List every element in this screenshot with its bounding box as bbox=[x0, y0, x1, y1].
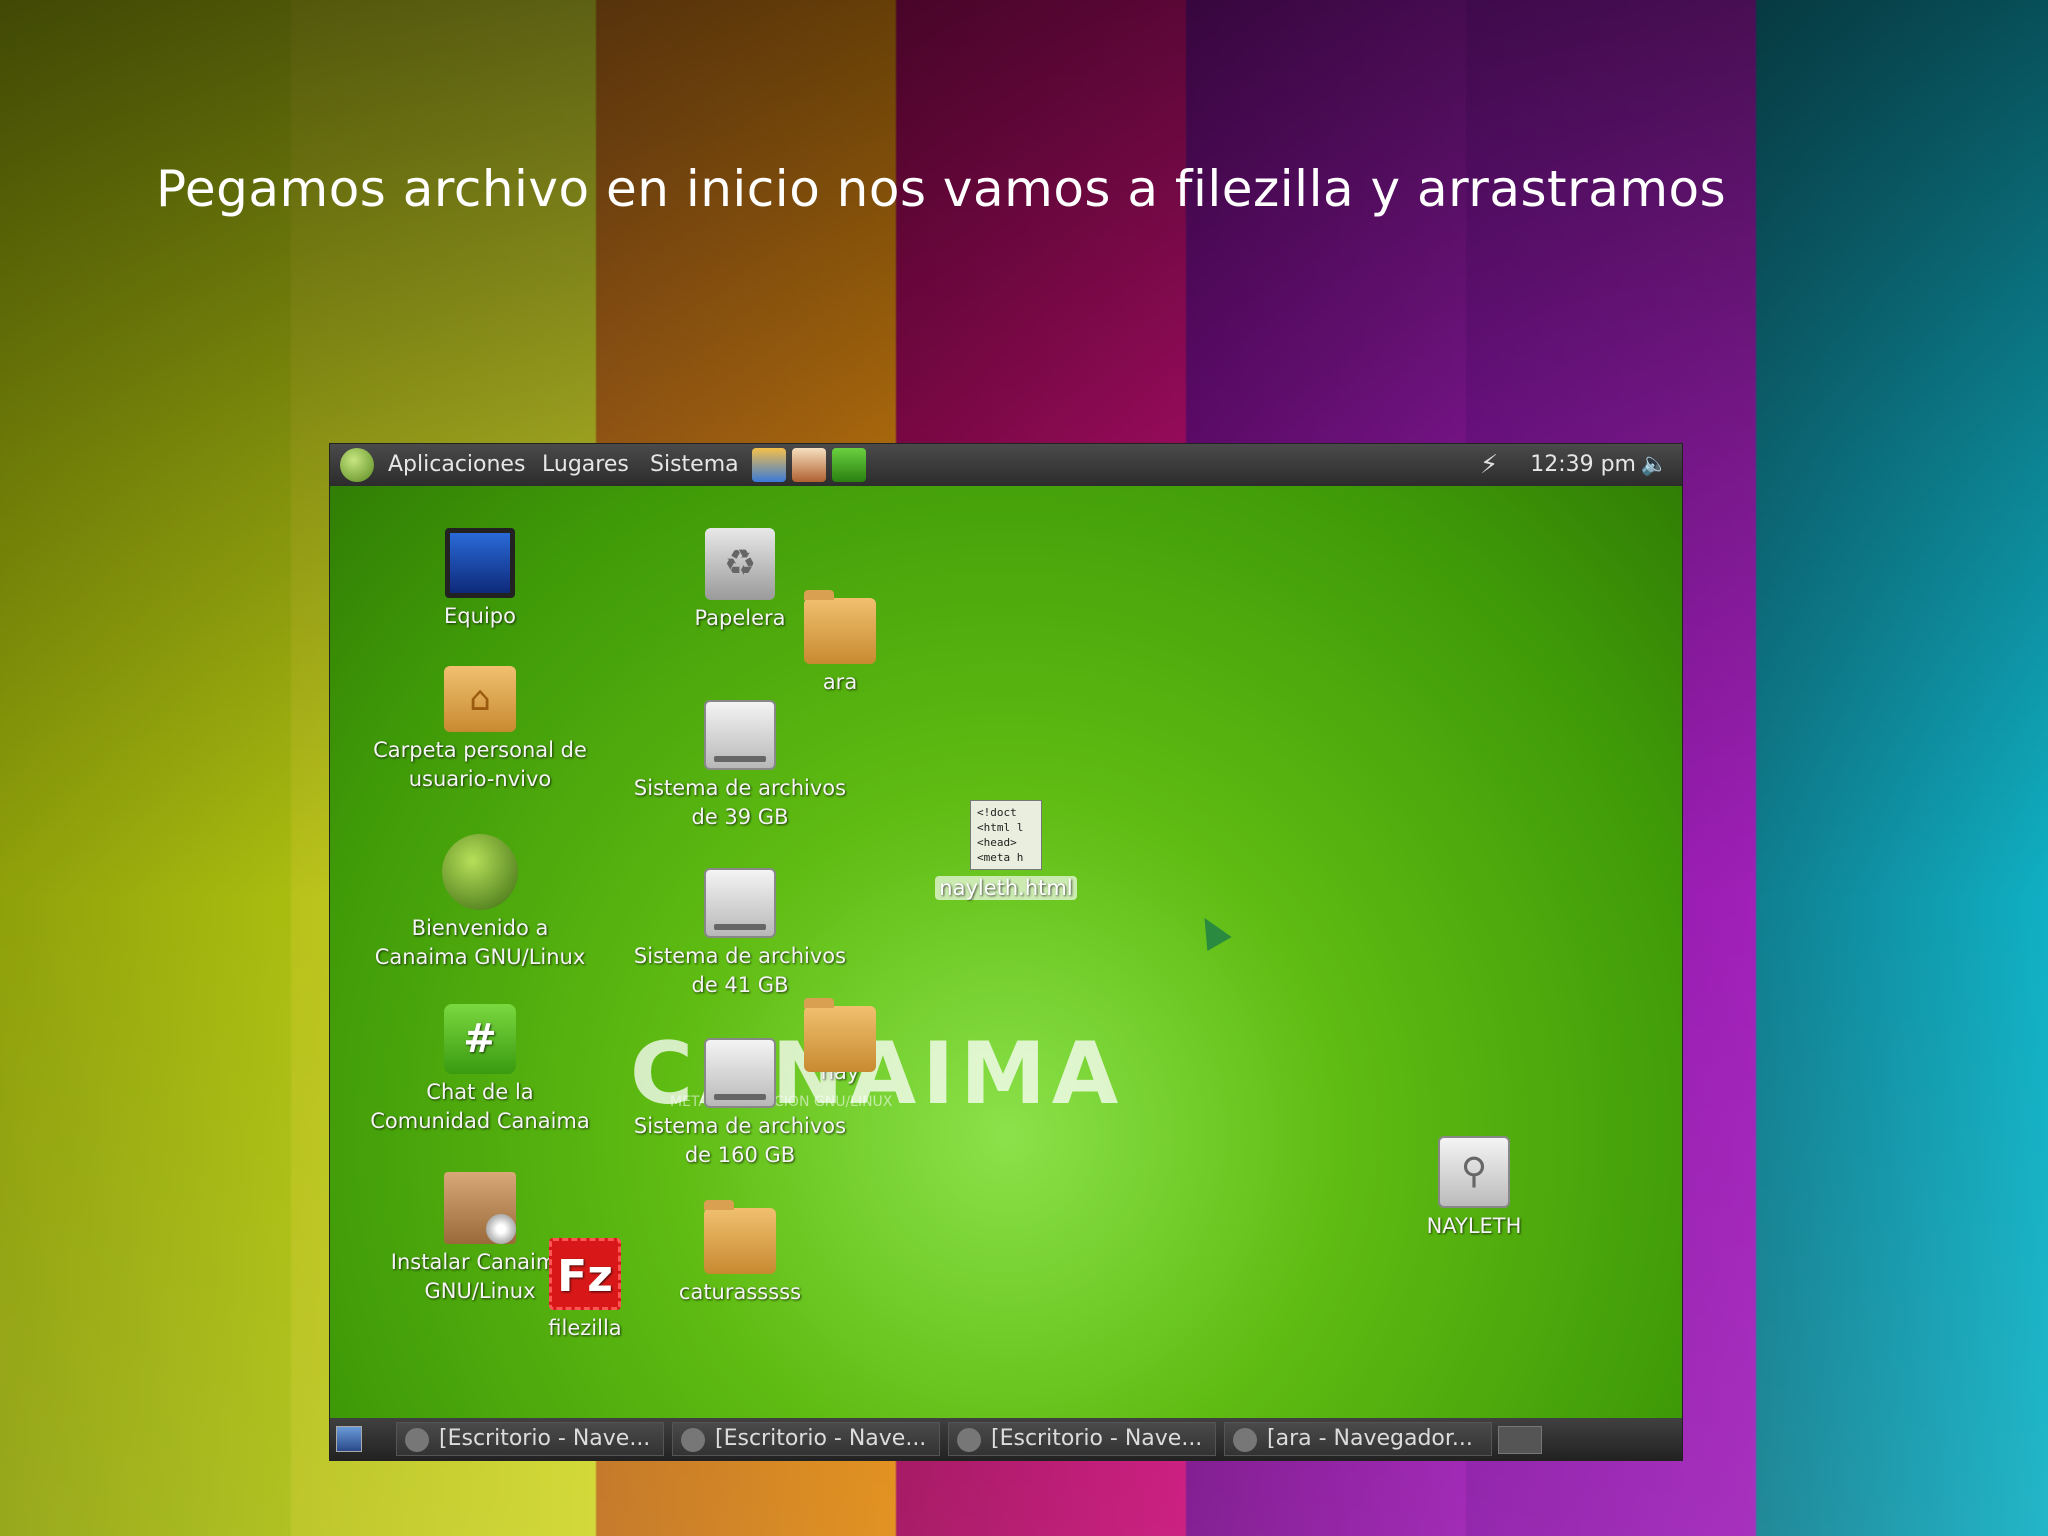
taskbar-item-label: [ara - Navegador... bbox=[1267, 1426, 1473, 1451]
icon-label: Sistema de archivos bbox=[633, 776, 847, 800]
desktop-icon-filezilla[interactable]: Fz filezilla bbox=[530, 1238, 640, 1343]
taskbar-item[interactable]: [ara - Navegador... bbox=[1224, 1422, 1492, 1456]
file-preview-line: <meta h bbox=[977, 851, 1024, 864]
folder-icon bbox=[804, 998, 876, 1072]
slide-title: Pegamos archivo en inicio nos vamos a fi… bbox=[156, 160, 1727, 218]
icon-label: Comunidad Canaima bbox=[370, 1109, 590, 1133]
taskbar-item-label: [Escritorio - Nave... bbox=[991, 1426, 1203, 1451]
taskbar-item-label: [Escritorio - Nave... bbox=[715, 1426, 927, 1451]
drive-icon bbox=[704, 868, 776, 938]
chat-icon: # bbox=[444, 1004, 516, 1074]
icon-label: Equipo bbox=[444, 604, 516, 628]
browser-launcher-icon[interactable] bbox=[752, 448, 786, 482]
desktop-icon-nay[interactable]: nay bbox=[790, 998, 890, 1087]
icon-label: de 41 GB bbox=[691, 973, 789, 997]
icon-label: Chat de la bbox=[426, 1080, 534, 1104]
icon-label: de 160 GB bbox=[684, 1143, 796, 1167]
menu-lugares[interactable]: Lugares bbox=[542, 452, 629, 477]
file-preview-line: <head> bbox=[977, 836, 1017, 849]
browser-window-icon bbox=[957, 1428, 981, 1452]
folder-icon bbox=[804, 590, 876, 664]
html-file-icon: <!doct <html l <head> <meta h bbox=[970, 800, 1042, 870]
icon-label: ara bbox=[822, 670, 858, 694]
desktop-icon-home-folder[interactable]: ⌂ Carpeta personal de usuario-nvivo bbox=[360, 666, 600, 794]
icon-label: Sistema de archivos bbox=[633, 1114, 847, 1138]
desktop-icon-caturasssss[interactable]: caturasssss bbox=[650, 1200, 830, 1307]
canaima-logo-icon[interactable] bbox=[340, 448, 374, 482]
usb-drive-icon: ⚲ bbox=[1438, 1136, 1510, 1208]
show-desktop-icon[interactable] bbox=[336, 1426, 362, 1452]
desktop-icon-nayleth-usb[interactable]: ⚲ NAYLETH bbox=[1404, 1136, 1544, 1241]
icon-label: NAYLETH bbox=[1426, 1214, 1522, 1238]
file-launcher-icon[interactable] bbox=[792, 448, 826, 482]
icon-label: Bienvenido a bbox=[411, 916, 549, 940]
desktop-icon-nayleth-html[interactable]: <!doct <html l <head> <meta h nayleth.ht… bbox=[916, 800, 1096, 903]
leaf-launcher-icon[interactable] bbox=[832, 448, 866, 482]
desktop-screenshot: Aplicaciones Lugares Sistema ⚡ 12:39 pm … bbox=[330, 444, 1682, 1460]
desktop-icon-fs-41gb[interactable]: Sistema de archivos de 41 GB bbox=[620, 868, 860, 1000]
clock[interactable]: 12:39 pm bbox=[1530, 452, 1636, 477]
filezilla-icon: Fz bbox=[549, 1238, 621, 1310]
workspace-switcher[interactable] bbox=[1498, 1426, 1542, 1454]
taskbar-item[interactable]: [Escritorio - Nave... bbox=[396, 1422, 664, 1456]
icon-label-selected: nayleth.html bbox=[935, 876, 1077, 900]
file-preview-line: <html l bbox=[977, 821, 1024, 834]
desktop-icon-equipo[interactable]: Equipo bbox=[360, 528, 600, 631]
volume-icon[interactable]: 🔈 bbox=[1641, 452, 1668, 477]
network-plug-icon[interactable]: ⚡ bbox=[1480, 450, 1512, 480]
icon-label: de 39 GB bbox=[691, 805, 789, 829]
folder-icon bbox=[704, 1200, 776, 1274]
home-folder-icon: ⌂ bbox=[444, 666, 516, 732]
desktop-icon-chat[interactable]: # Chat de la Comunidad Canaima bbox=[360, 1004, 600, 1136]
mouse-pointer-icon bbox=[1192, 911, 1232, 951]
bottom-panel: [Escritorio - Nave... [Escritorio - Nave… bbox=[330, 1418, 1682, 1460]
file-preview-line: <!doct bbox=[977, 806, 1017, 819]
computer-icon bbox=[445, 528, 515, 598]
menu-sistema[interactable]: Sistema bbox=[650, 452, 739, 477]
taskbar-item[interactable]: [Escritorio - Nave... bbox=[672, 1422, 940, 1456]
browser-window-icon bbox=[1233, 1428, 1257, 1452]
desktop-icon-bienvenido[interactable]: Bienvenido a Canaima GNU/Linux bbox=[360, 834, 600, 972]
desktop-icon-ara[interactable]: ara bbox=[790, 590, 890, 697]
icon-label: caturasssss bbox=[678, 1280, 802, 1304]
taskbar-item-label: [Escritorio - Nave... bbox=[439, 1426, 651, 1451]
taskbar-item[interactable]: [Escritorio - Nave... bbox=[948, 1422, 1216, 1456]
browser-window-icon bbox=[681, 1428, 705, 1452]
icon-label: usuario-nvivo bbox=[408, 767, 552, 791]
browser-window-icon bbox=[405, 1428, 429, 1452]
icon-label: Canaima GNU/Linux bbox=[374, 945, 586, 969]
icon-label: Carpeta personal de bbox=[373, 738, 587, 762]
trash-icon: ♻ bbox=[705, 528, 775, 600]
drive-icon bbox=[704, 1038, 776, 1108]
icon-label: Sistema de archivos bbox=[633, 944, 847, 968]
drive-icon bbox=[704, 700, 776, 770]
desktop-icon-fs-39gb[interactable]: Sistema de archivos de 39 GB bbox=[620, 700, 860, 832]
installer-icon bbox=[444, 1172, 516, 1244]
top-panel: Aplicaciones Lugares Sistema ⚡ 12:39 pm … bbox=[330, 444, 1682, 486]
menu-aplicaciones[interactable]: Aplicaciones bbox=[388, 452, 525, 477]
icon-label: filezilla bbox=[548, 1316, 622, 1340]
canaima-welcome-icon bbox=[442, 834, 518, 910]
